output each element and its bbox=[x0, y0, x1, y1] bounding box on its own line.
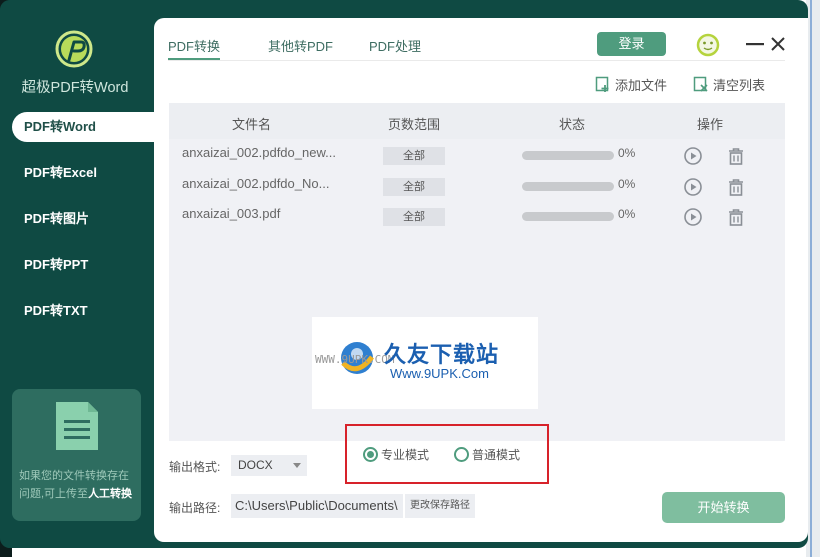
progress-bar bbox=[522, 182, 614, 191]
column-actions: 操作 bbox=[697, 117, 724, 132]
column-status: 状态 bbox=[559, 117, 586, 132]
radio-unchecked-icon bbox=[454, 447, 469, 462]
background-strip bbox=[810, 0, 812, 557]
clear-list-label: 清空列表 bbox=[713, 77, 766, 93]
trash-icon[interactable] bbox=[726, 207, 746, 227]
minimize-icon[interactable] bbox=[745, 33, 765, 55]
pro-mode-radio[interactable]: 专业模式 bbox=[363, 446, 429, 463]
progress-percent: 0% bbox=[618, 177, 636, 191]
clear-list-icon bbox=[693, 76, 708, 92]
file-name: anxaizai_003.pdf bbox=[182, 206, 281, 221]
output-format-select[interactable]: DOCX bbox=[231, 455, 307, 476]
app-title: 超极PDF转Word bbox=[21, 80, 129, 96]
pro-mode-label: 专业模式 bbox=[381, 448, 430, 462]
column-page-range: 页数范围 bbox=[388, 117, 441, 132]
progress-bar bbox=[522, 151, 614, 160]
watermark-url: Www.9UPK.Com bbox=[390, 366, 489, 381]
watermark: WWW.9UPK.COM 久友下载站 Www.9UPK.Com bbox=[312, 317, 538, 409]
output-format-value: DOCX bbox=[238, 458, 273, 472]
add-files-button[interactable]: 添加文件 bbox=[595, 74, 667, 94]
table-row: anxaizai_003.pdf 全部 0% bbox=[169, 200, 785, 230]
manual-conversion-text: 如果您的文件转换存在问题,可上传至人工转换 bbox=[19, 467, 139, 503]
main-panel: PDF转换 其他转PDF PDF处理 登录 添加文件 清空列表 文件名 页数范围… bbox=[154, 18, 808, 542]
watermark-small-text: WWW.9UPK.COM bbox=[315, 353, 395, 366]
manual-conversion-card[interactable]: 如果您的文件转换存在问题,可上传至人工转换 bbox=[12, 389, 141, 521]
radio-dot bbox=[367, 451, 374, 458]
output-path-field[interactable]: C:\Users\Public\Documents\ bbox=[231, 494, 403, 518]
app-window: 超极PDF转Word PDF转Word PDF转Excel PDF转图片 PDF… bbox=[0, 0, 808, 548]
add-file-icon bbox=[595, 76, 609, 92]
start-convert-button[interactable]: 开始转换 bbox=[662, 492, 785, 523]
sidebar-item-pdf-to-ppt[interactable]: PDF转PPT bbox=[12, 250, 154, 280]
radio-checked-icon bbox=[363, 447, 378, 462]
sidebar-item-pdf-to-txt[interactable]: PDF转TXT bbox=[12, 296, 154, 326]
file-name: anxaizai_002.pdfdo_No... bbox=[182, 176, 330, 191]
play-icon[interactable] bbox=[683, 177, 703, 197]
mode-highlight-box: 专业模式 普通模式 bbox=[345, 424, 549, 484]
clear-list-button[interactable]: 清空列表 bbox=[693, 74, 765, 94]
file-name: anxaizai_002.pdfdo_new... bbox=[182, 145, 336, 160]
page-range-button[interactable]: 全部 bbox=[383, 208, 445, 226]
normal-mode-label: 普通模式 bbox=[472, 448, 521, 462]
column-filename: 文件名 bbox=[232, 117, 272, 132]
normal-mode-radio[interactable]: 普通模式 bbox=[454, 446, 520, 463]
change-path-button[interactable]: 更改保存路径 bbox=[405, 494, 475, 518]
background-edge-right bbox=[806, 0, 820, 557]
sidebar: 超极PDF转Word PDF转Word PDF转Excel PDF转图片 PDF… bbox=[0, 0, 154, 548]
progress-percent: 0% bbox=[618, 146, 636, 160]
play-icon[interactable] bbox=[683, 207, 703, 227]
manual-conversion-link[interactable]: 人工转换 bbox=[88, 488, 132, 500]
sidebar-item-pdf-to-word[interactable]: PDF转Word bbox=[12, 112, 154, 142]
support-face-icon[interactable] bbox=[696, 33, 720, 57]
document-icon bbox=[56, 402, 98, 450]
table-row: anxaizai_002.pdfdo_No... 全部 0% bbox=[169, 170, 785, 200]
play-icon[interactable] bbox=[683, 146, 703, 166]
progress-percent: 0% bbox=[618, 207, 636, 221]
watermark-title: 久友下载站 bbox=[384, 342, 500, 367]
page-range-button[interactable]: 全部 bbox=[383, 178, 445, 196]
tab-pdf-convert[interactable]: PDF转换 bbox=[168, 36, 221, 60]
tab-other-to-pdf[interactable]: 其他转PDF bbox=[268, 36, 333, 55]
file-list-area[interactable]: 文件名 页数范围 状态 操作 anxaizai_002.pdfdo_new...… bbox=[169, 103, 785, 441]
tab-divider bbox=[168, 60, 785, 61]
close-icon[interactable] bbox=[769, 34, 787, 54]
sidebar-item-pdf-to-excel[interactable]: PDF转Excel bbox=[12, 158, 154, 188]
sidebar-item-pdf-to-image[interactable]: PDF转图片 bbox=[12, 204, 154, 234]
table-row: anxaizai_002.pdfdo_new... 全部 0% bbox=[169, 139, 785, 169]
file-table-header: 文件名 页数范围 状态 操作 bbox=[169, 103, 785, 139]
output-format-label: 输出格式: bbox=[169, 460, 221, 474]
progress-bar bbox=[522, 212, 614, 221]
trash-icon[interactable] bbox=[726, 146, 746, 166]
page-range-button[interactable]: 全部 bbox=[383, 147, 445, 165]
chevron-down-icon bbox=[293, 463, 301, 468]
app-logo-icon bbox=[55, 30, 93, 68]
output-path-label: 输出路径: bbox=[169, 501, 221, 515]
login-button[interactable]: 登录 bbox=[597, 32, 666, 56]
add-files-label: 添加文件 bbox=[615, 77, 668, 93]
tab-pdf-process[interactable]: PDF处理 bbox=[369, 36, 421, 55]
trash-icon[interactable] bbox=[726, 177, 746, 197]
